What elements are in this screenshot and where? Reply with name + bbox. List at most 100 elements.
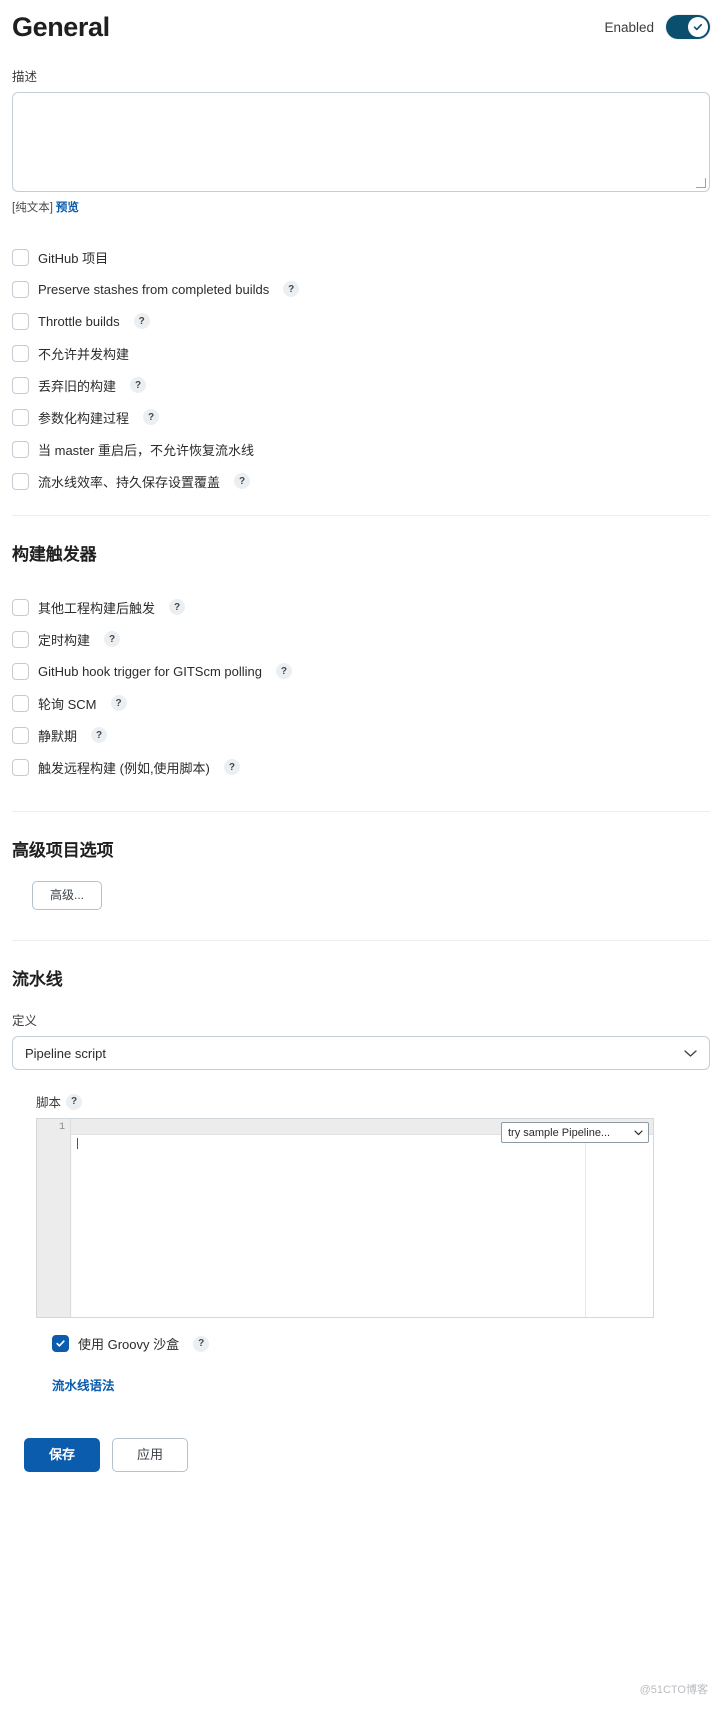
section-divider [12, 811, 710, 812]
section-title-pipeline: 流水线 [12, 970, 63, 990]
help-icon[interactable]: ? [143, 409, 160, 425]
checkbox-build-periodically[interactable] [12, 630, 29, 648]
checkbox-row-no-resume-after-restart[interactable]: 当 master 重启后，不允许恢复流水线 [12, 433, 710, 465]
checkbox-label: 当 master 重启后，不允许恢复流水线 [38, 442, 254, 458]
pipeline-syntax-link[interactable]: 流水线语法 [52, 1375, 710, 1394]
preview-link[interactable]: 预览 [56, 202, 79, 214]
description-helper: [纯文本] 预览 [12, 199, 710, 215]
checkbox-row-build-after-other-projects[interactable]: 其他工程构建后触发 ? [12, 591, 710, 623]
advanced-button[interactable]: 高级... [32, 881, 102, 911]
help-icon[interactable]: ? [91, 727, 108, 743]
checkbox-pipeline-durability[interactable] [12, 472, 29, 490]
checkbox-label: 静默期 [38, 728, 78, 744]
enabled-label: Enabled [604, 19, 654, 35]
sandbox-label: 使用 Groovy 沙盒 [78, 1337, 180, 1353]
checkbox-label: GitHub hook trigger for GITScm polling [38, 663, 262, 679]
apply-button[interactable]: 应用 [112, 1438, 189, 1473]
editor-gutter: 1 [37, 1119, 71, 1318]
help-icon[interactable]: ? [110, 695, 127, 711]
checkbox-poll-scm[interactable] [12, 694, 29, 712]
jenkins-job-config-page: General Enabled 描述 [纯文本] 预览 GitHub 项目 Pr… [0, 0, 722, 1711]
description-textarea[interactable] [12, 92, 710, 192]
try-sample-pipeline-value: try sample Pipeline... [508, 1126, 611, 1139]
checkbox-row-discard-old-builds[interactable]: 丢弃旧的构建 ? [12, 369, 710, 401]
section-divider [12, 515, 710, 516]
page-header: General Enabled [0, 0, 722, 46]
help-icon[interactable]: ? [133, 313, 150, 329]
checkbox-quiet-period[interactable] [12, 726, 29, 744]
script-block: 脚本 ? 1 try sample Pipeline... [36, 1092, 710, 1319]
checkbox-row-no-concurrent-builds[interactable]: 不允许并发构建 [12, 337, 710, 369]
chevron-down-icon [634, 1127, 643, 1139]
checkbox-github-project[interactable] [12, 248, 29, 266]
checkbox-label: 其他工程构建后触发 [38, 600, 156, 616]
definition-label: 定义 [12, 1014, 38, 1029]
definition-select-value: Pipeline script [25, 1045, 106, 1061]
checkbox-label: 定时构建 [38, 632, 91, 648]
sandbox-row[interactable]: 使用 Groovy 沙盒 ? [52, 1334, 710, 1353]
help-icon[interactable]: ? [66, 1093, 83, 1110]
checkbox-row-pipeline-durability[interactable]: 流水线效率、持久保存设置覆盖 ? [12, 465, 710, 497]
help-icon[interactable]: ? [193, 1335, 210, 1352]
definition-select[interactable]: Pipeline script [12, 1036, 710, 1071]
toggle-knob [688, 17, 708, 37]
section-title-advanced-options: 高级项目选项 [12, 841, 114, 860]
checkbox-github-hook-trigger[interactable] [12, 662, 29, 680]
editor-print-margin [585, 1135, 586, 1318]
help-icon[interactable]: ? [169, 599, 186, 615]
checkbox-preserve-stashes[interactable] [12, 280, 29, 298]
checkbox-discard-old-builds[interactable] [12, 376, 29, 394]
checkbox-build-after-other-projects[interactable] [12, 598, 29, 616]
description-label: 描述 [12, 70, 38, 84]
script-label: 脚本 [36, 1096, 62, 1111]
section-title-build-triggers: 构建触发器 [12, 545, 97, 564]
plain-text-note: [纯文本] [12, 202, 53, 214]
checkbox-label: 参数化构建过程 [38, 410, 130, 426]
help-icon[interactable]: ? [223, 759, 240, 775]
help-icon[interactable]: ? [130, 377, 147, 393]
checkbox-row-quiet-period[interactable]: 静默期 ? [12, 719, 710, 751]
editor-code-area[interactable] [72, 1135, 653, 1318]
checkbox-label: 流水线效率、持久保存设置覆盖 [38, 474, 221, 490]
help-icon[interactable]: ? [104, 631, 121, 647]
checkbox-parameterized-build[interactable] [12, 408, 29, 426]
check-icon [56, 1340, 65, 1347]
enabled-toggle[interactable] [666, 15, 710, 39]
help-icon[interactable]: ? [283, 281, 300, 297]
checkbox-label: 不允许并发构建 [38, 346, 130, 362]
checkbox-label: 轮询 SCM [38, 696, 97, 712]
checkbox-label: 丢弃旧的构建 [38, 378, 117, 394]
checkbox-no-resume-after-restart[interactable] [12, 440, 29, 458]
checkbox-row-parameterized-build[interactable]: 参数化构建过程 ? [12, 401, 710, 433]
save-button[interactable]: 保存 [24, 1438, 101, 1473]
checkbox-no-concurrent-builds[interactable] [12, 344, 29, 362]
enabled-toggle-group: Enabled [604, 15, 710, 39]
help-icon[interactable]: ? [234, 473, 251, 489]
section-divider [12, 940, 710, 942]
chevron-down-icon [684, 1046, 697, 1061]
checkbox-row-github-project[interactable]: GitHub 项目 [12, 241, 710, 273]
checkbox-throttle-builds[interactable] [12, 312, 29, 330]
watermark: @51CTO博客 [639, 1684, 708, 1696]
checkbox-row-preserve-stashes[interactable]: Preserve stashes from completed builds ? [12, 273, 710, 305]
checkbox-label: GitHub 项目 [38, 250, 109, 266]
editor-caret [77, 1138, 78, 1150]
script-head: 脚本 ? [36, 1092, 710, 1111]
general-options-list: GitHub 项目 Preserve stashes from complete… [12, 241, 710, 497]
checkbox-use-groovy-sandbox[interactable] [52, 1335, 69, 1353]
checkbox-label: Preserve stashes from completed builds [38, 281, 270, 297]
checkbox-label: 触发远程构建 (例如,使用脚本) [38, 760, 210, 776]
script-editor[interactable]: 1 try sample Pipeline... [36, 1118, 654, 1319]
editor-line-number: 1 [58, 1122, 65, 1134]
checkbox-label: Throttle builds [38, 313, 120, 329]
checkbox-row-poll-scm[interactable]: 轮询 SCM ? [12, 687, 710, 719]
checkbox-row-build-periodically[interactable]: 定时构建 ? [12, 623, 710, 655]
check-icon [693, 23, 703, 31]
checkbox-row-throttle-builds[interactable]: Throttle builds ? [12, 305, 710, 337]
help-icon[interactable]: ? [275, 663, 292, 679]
try-sample-pipeline-select[interactable]: try sample Pipeline... [501, 1122, 649, 1144]
checkbox-row-trigger-remotely[interactable]: 触发远程构建 (例如,使用脚本) ? [12, 751, 710, 783]
checkbox-trigger-remotely[interactable] [12, 758, 29, 776]
checkbox-row-github-hook-trigger[interactable]: GitHub hook trigger for GITScm polling ? [12, 655, 710, 687]
page-title: General [12, 12, 110, 42]
